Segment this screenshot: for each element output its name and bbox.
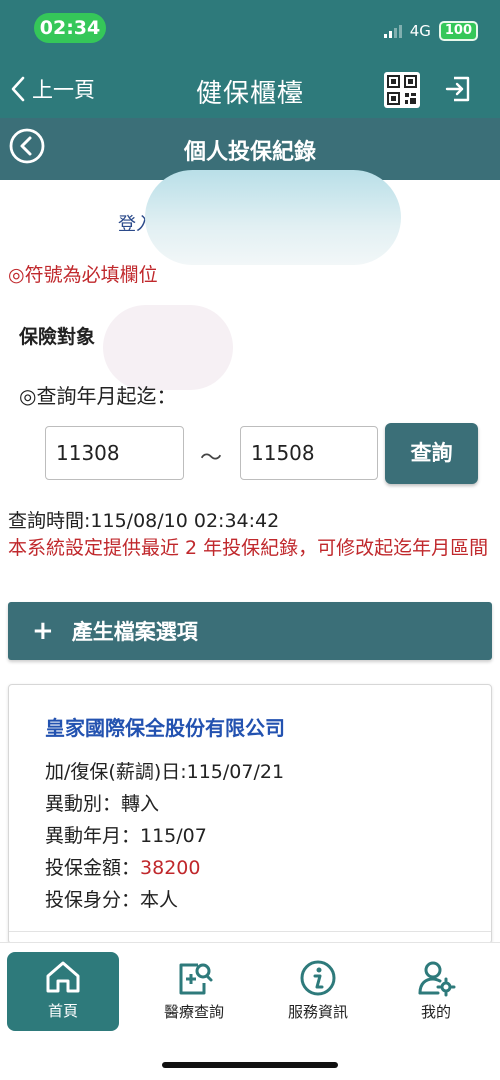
- range-separator: ～: [200, 446, 223, 471]
- redacted-blur: [103, 305, 233, 390]
- home-indicator[interactable]: [162, 1062, 338, 1068]
- change-type: 異動別：轉入: [45, 793, 160, 815]
- generate-file-options[interactable]: + 產生檔案選項: [8, 602, 492, 660]
- required-note: ◎符號為必填欄位: [8, 264, 158, 286]
- insured-identity: 投保身分：本人: [45, 889, 179, 911]
- generate-label: 產生檔案選項: [71, 620, 198, 644]
- tab-label: 首頁: [47, 1002, 78, 1020]
- logout-icon[interactable]: [444, 74, 474, 104]
- tab-home[interactable]: 首頁: [7, 952, 119, 1031]
- status-time: 02:34: [34, 13, 106, 43]
- amount-value: 38200: [140, 857, 201, 879]
- network-type: 4G: [409, 22, 431, 40]
- tab-label: 服務資訊: [287, 1003, 348, 1021]
- signal-icon: [383, 24, 402, 38]
- company-name: 皇家國際保全股份有限公司: [45, 716, 285, 740]
- tab-mine[interactable]: 我的: [380, 953, 492, 1031]
- nav-bar: 上一頁 健保櫃檯: [0, 60, 500, 118]
- insurance-record-card: 皇家國際保全股份有限公司 加/復保(薪調)日:115/07/21 異動別：轉入 …: [8, 684, 492, 944]
- card-divider: [9, 931, 491, 932]
- tab-medical-search[interactable]: 醫療查詢: [138, 953, 250, 1031]
- status-indicators: 4G 100: [383, 20, 478, 42]
- insured-label: 保險對象: [19, 326, 96, 348]
- query-button[interactable]: 查詢: [385, 423, 478, 484]
- home-icon: [46, 961, 80, 993]
- page-title: 健保櫃檯: [195, 79, 304, 109]
- system-note: 本系統設定提供最近 2 年投保紀錄，可修改起迄年月區間: [8, 537, 489, 559]
- plus-icon: +: [32, 616, 54, 646]
- info-icon: [300, 960, 336, 996]
- tab-service-info[interactable]: 服務資訊: [262, 953, 374, 1031]
- end-month-input[interactable]: 11508: [240, 426, 378, 480]
- qr-code-icon[interactable]: [384, 72, 420, 108]
- status-bar: 02:34 4G 100: [0, 0, 500, 60]
- query-time: 查詢時間:115/08/10 02:34:42: [8, 510, 280, 532]
- bottom-tab-bar: 首頁 醫療查詢 服務資訊 我的: [0, 942, 500, 1080]
- tab-label: 我的: [420, 1003, 451, 1021]
- section-title: 個人投保紀錄: [183, 140, 316, 165]
- medical-search-icon: [179, 963, 213, 995]
- redacted-blur: [145, 170, 401, 265]
- battery-icon: 100: [438, 21, 478, 41]
- change-month: 異動年月：115/07: [45, 825, 207, 847]
- insured-amount: 投保金額：38200: [45, 853, 200, 880]
- tab-label: 醫療查詢: [163, 1003, 224, 1021]
- user-settings-icon: [418, 961, 456, 997]
- join-date: 加/復保(薪調)日:115/07/21: [45, 761, 285, 783]
- start-month-input[interactable]: 11308: [45, 426, 184, 480]
- amount-label: 投保金額：: [45, 857, 141, 879]
- query-range-label: ◎查詢年月起迄：: [19, 384, 177, 408]
